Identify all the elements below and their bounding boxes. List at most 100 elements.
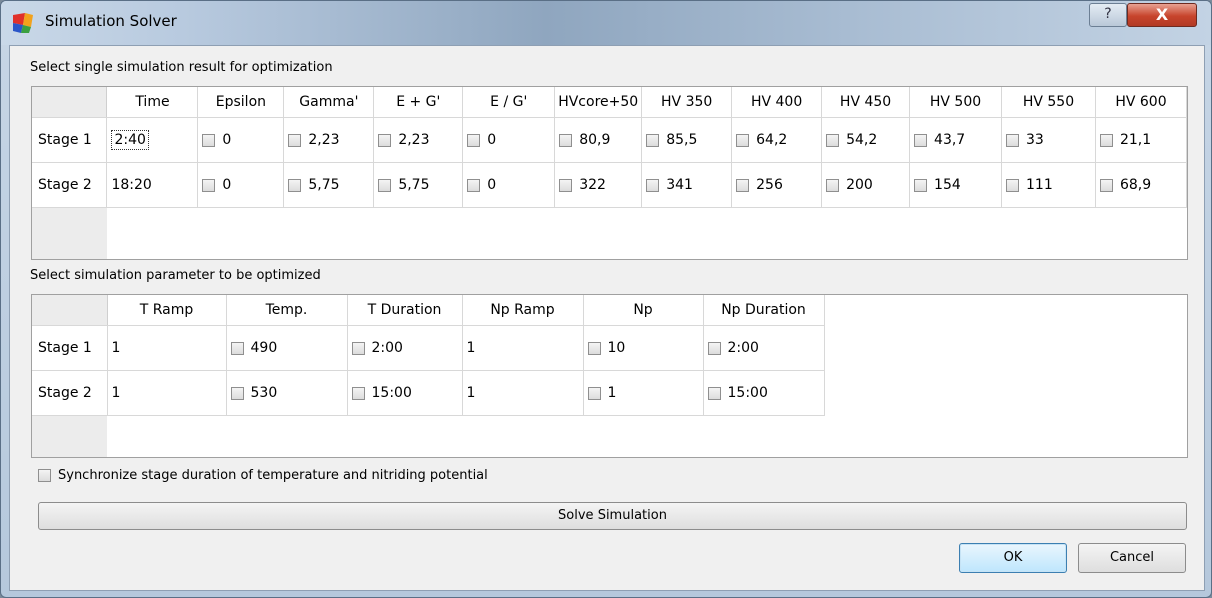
- result-cell[interactable]: 80,9: [554, 117, 643, 163]
- result-value: 80,9: [579, 132, 611, 148]
- result-cell[interactable]: 154: [909, 162, 1002, 208]
- params-col-header[interactable]: Np Duration: [703, 295, 825, 326]
- params-col-header[interactable]: T Duration: [347, 295, 463, 326]
- result-checkbox[interactable]: [826, 178, 840, 192]
- result-cell[interactable]: 2,23: [373, 117, 464, 163]
- result-cell[interactable]: 21,1: [1095, 117, 1187, 163]
- ok-button[interactable]: OK: [959, 543, 1067, 573]
- time-cell[interactable]: 18:20: [106, 162, 199, 208]
- row-header-stage-2[interactable]: Stage 2: [32, 370, 108, 416]
- sync-duration-option[interactable]: Synchronize stage duration of temperatur…: [38, 468, 488, 483]
- result-cell[interactable]: 2,23: [283, 117, 375, 163]
- sync-duration-checkbox[interactable]: [38, 469, 51, 482]
- time-cell[interactable]: 2:40: [106, 117, 199, 163]
- result-checkbox[interactable]: [1099, 178, 1113, 192]
- results-col-header[interactable]: Time: [106, 87, 199, 118]
- window-title: Simulation Solver: [45, 12, 177, 30]
- np-cell[interactable]: 1: [583, 370, 704, 416]
- solve-simulation-button[interactable]: Solve Simulation: [38, 502, 1187, 530]
- params-col-header[interactable]: T Ramp: [107, 295, 227, 326]
- result-checkbox[interactable]: [914, 133, 928, 147]
- t-ramp-cell[interactable]: 1: [107, 325, 227, 371]
- results-col-header[interactable]: Gamma': [283, 87, 375, 118]
- result-checkbox[interactable]: [378, 133, 392, 147]
- result-checkbox[interactable]: [646, 133, 660, 147]
- results-col-header[interactable]: HV 400: [731, 87, 823, 118]
- result-cell[interactable]: 0: [197, 162, 285, 208]
- results-col-header[interactable]: Epsilon: [197, 87, 285, 118]
- t-duration-cell[interactable]: 15:00: [347, 370, 463, 416]
- result-checkbox[interactable]: [736, 178, 750, 192]
- t-duration-checkbox[interactable]: [351, 341, 365, 355]
- result-checkbox[interactable]: [1006, 133, 1019, 147]
- result-cell[interactable]: 5,75: [373, 162, 464, 208]
- result-checkbox[interactable]: [559, 133, 573, 147]
- results-col-header[interactable]: E + G': [373, 87, 464, 118]
- result-checkbox[interactable]: [378, 178, 392, 192]
- t-duration-cell[interactable]: 2:00: [347, 325, 463, 371]
- results-col-header[interactable]: E / G': [462, 87, 556, 118]
- result-checkbox[interactable]: [467, 178, 481, 192]
- row-header-stage-1[interactable]: Stage 1: [32, 117, 108, 163]
- np-duration-checkbox[interactable]: [707, 341, 721, 355]
- result-checkbox[interactable]: [202, 178, 216, 192]
- temp-cell[interactable]: 530: [226, 370, 348, 416]
- results-col-header[interactable]: HV 350: [641, 87, 733, 118]
- results-col-header[interactable]: HV 550: [1001, 87, 1096, 118]
- result-cell[interactable]: 0: [462, 117, 556, 163]
- result-cell[interactable]: 5,75: [283, 162, 375, 208]
- result-value: 64,2: [756, 132, 788, 148]
- result-value: 0: [487, 177, 497, 193]
- result-cell[interactable]: 256: [731, 162, 823, 208]
- t-duration-checkbox[interactable]: [351, 386, 365, 400]
- result-cell[interactable]: 68,9: [1095, 162, 1187, 208]
- np-cell[interactable]: 10: [583, 325, 704, 371]
- result-checkbox[interactable]: [1099, 133, 1113, 147]
- result-cell[interactable]: 341: [641, 162, 733, 208]
- result-cell[interactable]: 111: [1001, 162, 1096, 208]
- params-col-header[interactable]: Temp.: [226, 295, 348, 326]
- np-checkbox[interactable]: [587, 386, 601, 400]
- results-empty-row-header: [32, 208, 107, 259]
- result-cell[interactable]: 33: [1001, 117, 1096, 163]
- result-cell[interactable]: 0: [197, 117, 285, 163]
- result-cell[interactable]: 85,5: [641, 117, 733, 163]
- cancel-button[interactable]: Cancel: [1078, 543, 1186, 573]
- result-cell[interactable]: 200: [821, 162, 911, 208]
- result-cell[interactable]: 54,2: [821, 117, 911, 163]
- temp-checkbox[interactable]: [230, 341, 244, 355]
- result-checkbox[interactable]: [288, 178, 302, 192]
- np-duration-cell[interactable]: 2:00: [703, 325, 825, 371]
- result-checkbox[interactable]: [202, 133, 216, 147]
- np-duration-checkbox[interactable]: [707, 386, 721, 400]
- result-cell[interactable]: 322: [554, 162, 643, 208]
- results-col-header[interactable]: HV 500: [909, 87, 1002, 118]
- result-cell[interactable]: 64,2: [731, 117, 823, 163]
- temp-checkbox[interactable]: [230, 386, 244, 400]
- result-checkbox[interactable]: [1006, 178, 1019, 192]
- t-ramp-cell[interactable]: 1: [107, 370, 227, 416]
- result-checkbox[interactable]: [467, 133, 481, 147]
- result-checkbox[interactable]: [288, 133, 302, 147]
- results-col-header[interactable]: HV 450: [821, 87, 911, 118]
- temp-cell[interactable]: 490: [226, 325, 348, 371]
- result-checkbox[interactable]: [736, 133, 750, 147]
- params-col-header[interactable]: Np: [583, 295, 704, 326]
- np-ramp-cell[interactable]: 1: [462, 325, 584, 371]
- np-ramp-cell[interactable]: 1: [462, 370, 584, 416]
- results-col-header[interactable]: HV 600: [1095, 87, 1187, 118]
- np-checkbox[interactable]: [587, 341, 601, 355]
- help-button[interactable]: ?: [1089, 3, 1127, 27]
- result-cell[interactable]: 0: [462, 162, 556, 208]
- result-checkbox[interactable]: [646, 178, 660, 192]
- params-col-header[interactable]: Np Ramp: [462, 295, 584, 326]
- result-checkbox[interactable]: [559, 178, 573, 192]
- close-button[interactable]: X: [1127, 3, 1197, 27]
- result-checkbox[interactable]: [826, 133, 840, 147]
- results-col-header[interactable]: HVcore+50: [554, 87, 643, 118]
- result-checkbox[interactable]: [914, 178, 928, 192]
- result-cell[interactable]: 43,7: [909, 117, 1002, 163]
- row-header-stage-1[interactable]: Stage 1: [32, 325, 108, 371]
- row-header-stage-2[interactable]: Stage 2: [32, 162, 108, 208]
- np-duration-cell[interactable]: 15:00: [703, 370, 825, 416]
